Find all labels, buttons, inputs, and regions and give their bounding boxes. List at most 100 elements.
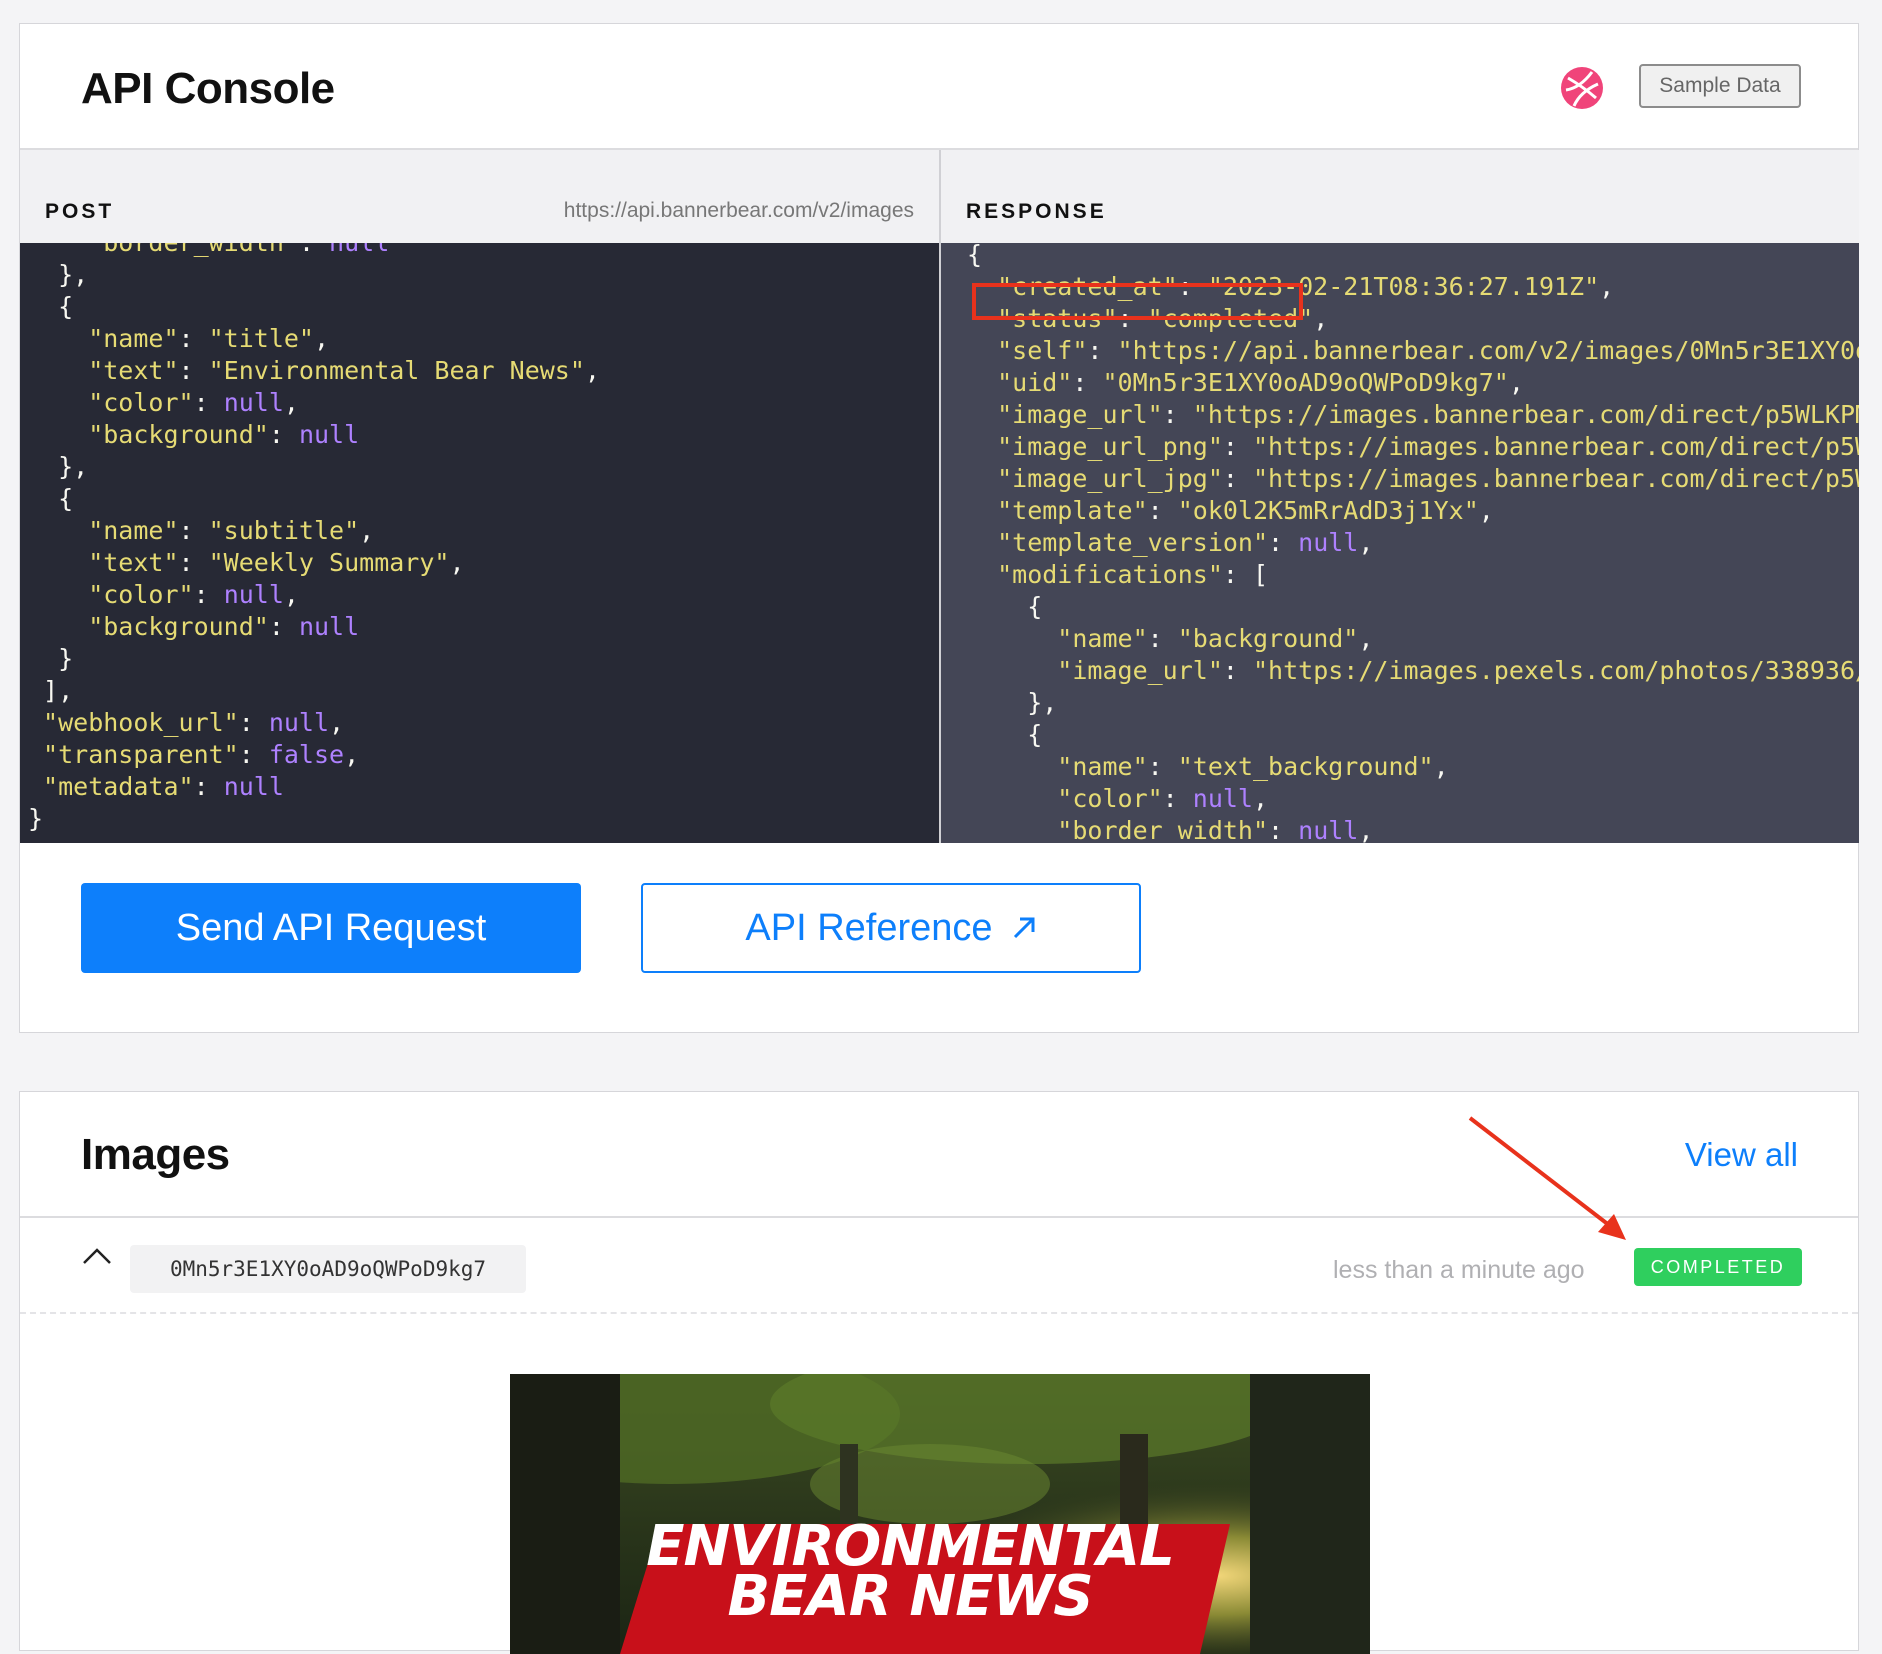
request-code-line: "background": null (28, 611, 600, 643)
code-token: "border_width" (967, 816, 1269, 843)
code-token: : (268, 612, 299, 641)
response-code-line: "color": null, (967, 783, 1859, 815)
code-token: : (238, 708, 269, 737)
code-token: : (1162, 784, 1193, 813)
code-token: "template_version" (967, 528, 1269, 557)
code-token: }, (967, 688, 1058, 717)
request-code-line: "text": "Environmental Bear News", (28, 355, 600, 387)
code-token: "color" (28, 388, 194, 417)
code-token: : (1072, 368, 1103, 397)
code-token: : (299, 243, 329, 257)
code-token: "text" (28, 548, 179, 577)
code-token: { (28, 292, 74, 321)
code-token: null (223, 580, 284, 609)
code-token: "background" (28, 612, 269, 641)
code-token: : (1147, 752, 1178, 781)
code-token: , (1508, 368, 1524, 397)
code-token: "background" (1177, 624, 1359, 653)
page-title: API Console (81, 64, 335, 113)
request-code-line: "webhook_url": null, (28, 707, 600, 739)
request-code-editor[interactable]: "border_width": null }, { "name": "title… (20, 243, 941, 843)
code-token: "https://images.bannerbear.com/direct/p5… (1192, 400, 1859, 429)
code-token: "webhook_url" (28, 708, 239, 737)
request-panel-header: POST https://api.bannerbear.com/v2/image… (20, 150, 941, 243)
code-token: : (178, 356, 209, 385)
send-api-request-button[interactable]: Send API Request (81, 883, 581, 973)
status-badge: COMPLETED (1634, 1248, 1802, 1286)
code-token: : (193, 772, 224, 801)
code-token: : (1162, 400, 1193, 429)
response-code-line: "image_url_png": "https://images.bannerb… (967, 431, 1859, 463)
row-divider (20, 1312, 1858, 1314)
images-title: Images (81, 1130, 230, 1179)
chevron-up-icon[interactable] (81, 1246, 113, 1266)
code-token: "Weekly Summary" (208, 548, 450, 577)
response-code-viewer[interactable]: { "created_at": "2023-02-21T08:36:27.191… (941, 243, 1859, 843)
code-token: "https://images.bannerbear.com/direct/p5… (1252, 432, 1859, 461)
code-token: "image_url_png" (967, 432, 1223, 461)
code-token: null (329, 243, 389, 257)
code-token: , (1599, 272, 1615, 301)
code-token: : (193, 388, 224, 417)
code-token: : (1222, 464, 1253, 493)
request-code-line: } (28, 803, 600, 835)
response-code-line: "created_at": "2023-02-21T08:36:27.191Z"… (967, 271, 1859, 303)
code-token: null (1298, 816, 1359, 843)
response-code-line: "modifications": [ (967, 559, 1859, 591)
code-token: "image_url_jpg" (967, 464, 1223, 493)
request-code-line: "name": "subtitle", (28, 515, 600, 547)
code-token: "color" (28, 580, 194, 609)
image-timestamp: less than a minute ago (1333, 1256, 1585, 1284)
code-token: , (359, 516, 375, 545)
generated-image-preview[interactable]: ENVIRONMENTAL BEAR NEWS (510, 1374, 1370, 1654)
code-token: : (1147, 624, 1178, 653)
code-token: : (1087, 336, 1118, 365)
response-code-line: { (967, 591, 1859, 623)
request-code-line: "color": null, (28, 387, 600, 419)
code-token: : (1177, 272, 1208, 301)
code-token: , (329, 708, 345, 737)
code-token: , (449, 548, 465, 577)
images-header-divider (20, 1216, 1858, 1218)
code-token: : (178, 548, 209, 577)
code-token: } (28, 804, 44, 833)
api-reference-button[interactable]: API Reference (641, 883, 1141, 973)
code-token: "subtitle" (208, 516, 360, 545)
view-all-link[interactable]: View all (1685, 1136, 1798, 1174)
code-token: } (28, 644, 74, 673)
response-code-line: { (967, 243, 1859, 271)
response-code-line: "image_url_jpg": "https://images.bannerb… (967, 463, 1859, 495)
code-token: false (268, 740, 345, 769)
code-token: , (313, 324, 330, 353)
image-uid[interactable]: 0Mn5r3E1XY0oAD9oQWPoD9kg7 (130, 1245, 526, 1293)
code-token: }, (28, 452, 89, 481)
api-console-card: API Console Sample Data POST https://api… (19, 23, 1859, 1033)
banner-line-2: BEAR NEWS (727, 1564, 1093, 1629)
response-code-line: "self": "https://api.bannerbear.com/v2/i… (967, 335, 1859, 367)
code-token: "self" (967, 336, 1088, 365)
code-token: null (1192, 784, 1253, 813)
code-token: , (1358, 624, 1374, 653)
request-code-line: "color": null, (28, 579, 600, 611)
code-token: , (1478, 496, 1494, 525)
code-token: "modifications" (967, 560, 1223, 589)
api-reference-label: API Reference (745, 906, 993, 949)
code-token: "transparent" (28, 740, 239, 769)
request-code-line: "border_width": null (28, 243, 600, 259)
code-token: "border_width" (28, 243, 299, 257)
sample-data-button[interactable]: Sample Data (1639, 64, 1801, 108)
response-code-line: "status": "completed", (967, 303, 1859, 335)
code-token: "ok0l2K5mRrAdD3j1Yx" (1177, 496, 1479, 525)
code-token: , (1253, 784, 1269, 813)
response-code-line: { (967, 719, 1859, 751)
response-code-line: "uid": "0Mn5r3E1XY0oAD9oQWPoD9kg7", (967, 367, 1859, 399)
request-code-line: "background": null (28, 419, 600, 451)
code-token: , (1433, 752, 1449, 781)
code-token: : (1268, 816, 1299, 843)
code-token: , (283, 580, 299, 609)
request-code-line: }, (28, 259, 600, 291)
code-token: : [ (1222, 560, 1269, 589)
request-code-line: "metadata": null (28, 771, 600, 803)
code-token: , (344, 740, 360, 769)
code-token: { (967, 592, 1043, 621)
